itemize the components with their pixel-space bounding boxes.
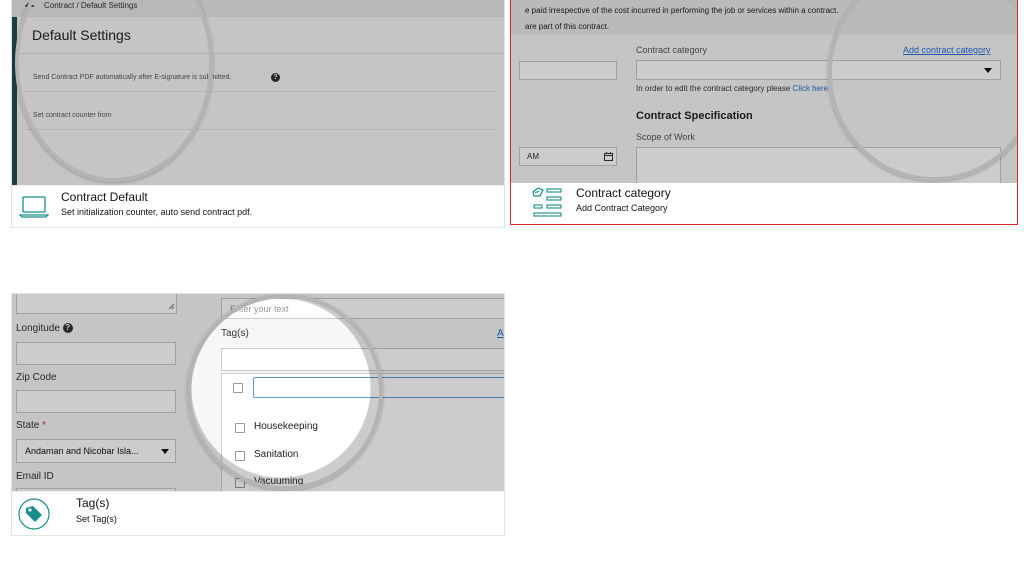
longitude-label: Longitude ? xyxy=(16,323,73,334)
section-title: Contract Specification xyxy=(636,110,753,122)
caret-down-icon xyxy=(161,449,169,454)
zip-code-label: Zip Code xyxy=(16,372,57,383)
contract-category-label: Contract category xyxy=(636,45,708,55)
card-title: Tag(s) xyxy=(76,496,110,510)
laptop-icon xyxy=(19,196,49,218)
add-tag-link[interactable]: A xyxy=(497,328,504,339)
calendar-icon xyxy=(604,152,613,161)
state-label: State * xyxy=(16,420,47,431)
tags-screenshot: Longitude ? Zip Code State * Andaman and… xyxy=(12,294,504,494)
longitude-input[interactable] xyxy=(16,342,176,365)
scope-of-work-label: Scope of Work xyxy=(636,132,695,142)
contract-default-card[interactable]: Contract / Default Settings Default Sett… xyxy=(11,0,505,228)
contract-default-screenshot: Contract / Default Settings Default Sett… xyxy=(12,0,504,187)
contract-category-screenshot: e paid irrespective of the cost incurred… xyxy=(511,0,1017,185)
email-id-label: Email ID xyxy=(16,471,54,482)
info-line-1: e paid irrespective of the cost incurred… xyxy=(525,6,839,15)
zip-code-input[interactable] xyxy=(16,390,176,413)
question-circle-icon: ? xyxy=(62,323,73,334)
list-tag-icon xyxy=(532,187,562,217)
card-subtitle: Set Tag(s) xyxy=(76,514,117,524)
time-input[interactable]: AM xyxy=(519,147,617,166)
hint-text: In order to edit the contract category p… xyxy=(636,84,829,93)
contract-category-card[interactable]: e paid irrespective of the cost incurred… xyxy=(510,0,1018,225)
required-mark: * xyxy=(42,420,47,431)
card-subtitle: Add Contract Category xyxy=(576,203,668,213)
tags-card[interactable]: Longitude ? Zip Code State * Andaman and… xyxy=(11,293,505,536)
info-line-2: are part of this contract. xyxy=(525,22,610,31)
question-circle-icon: ? xyxy=(271,73,280,82)
card-subtitle: Set initialization counter, auto send co… xyxy=(61,207,253,217)
resize-handle-icon xyxy=(168,303,175,310)
magnifier-lens xyxy=(187,294,383,490)
card-title: Contract category xyxy=(576,186,671,200)
left-partial-input xyxy=(519,61,617,80)
state-select[interactable]: Andaman and Nicobar Isla... xyxy=(16,439,176,463)
card-title: Contract Default xyxy=(61,190,148,204)
tag-icon xyxy=(18,498,50,530)
click-here-link[interactable]: Click here xyxy=(793,84,829,93)
textarea-partial xyxy=(16,294,177,314)
